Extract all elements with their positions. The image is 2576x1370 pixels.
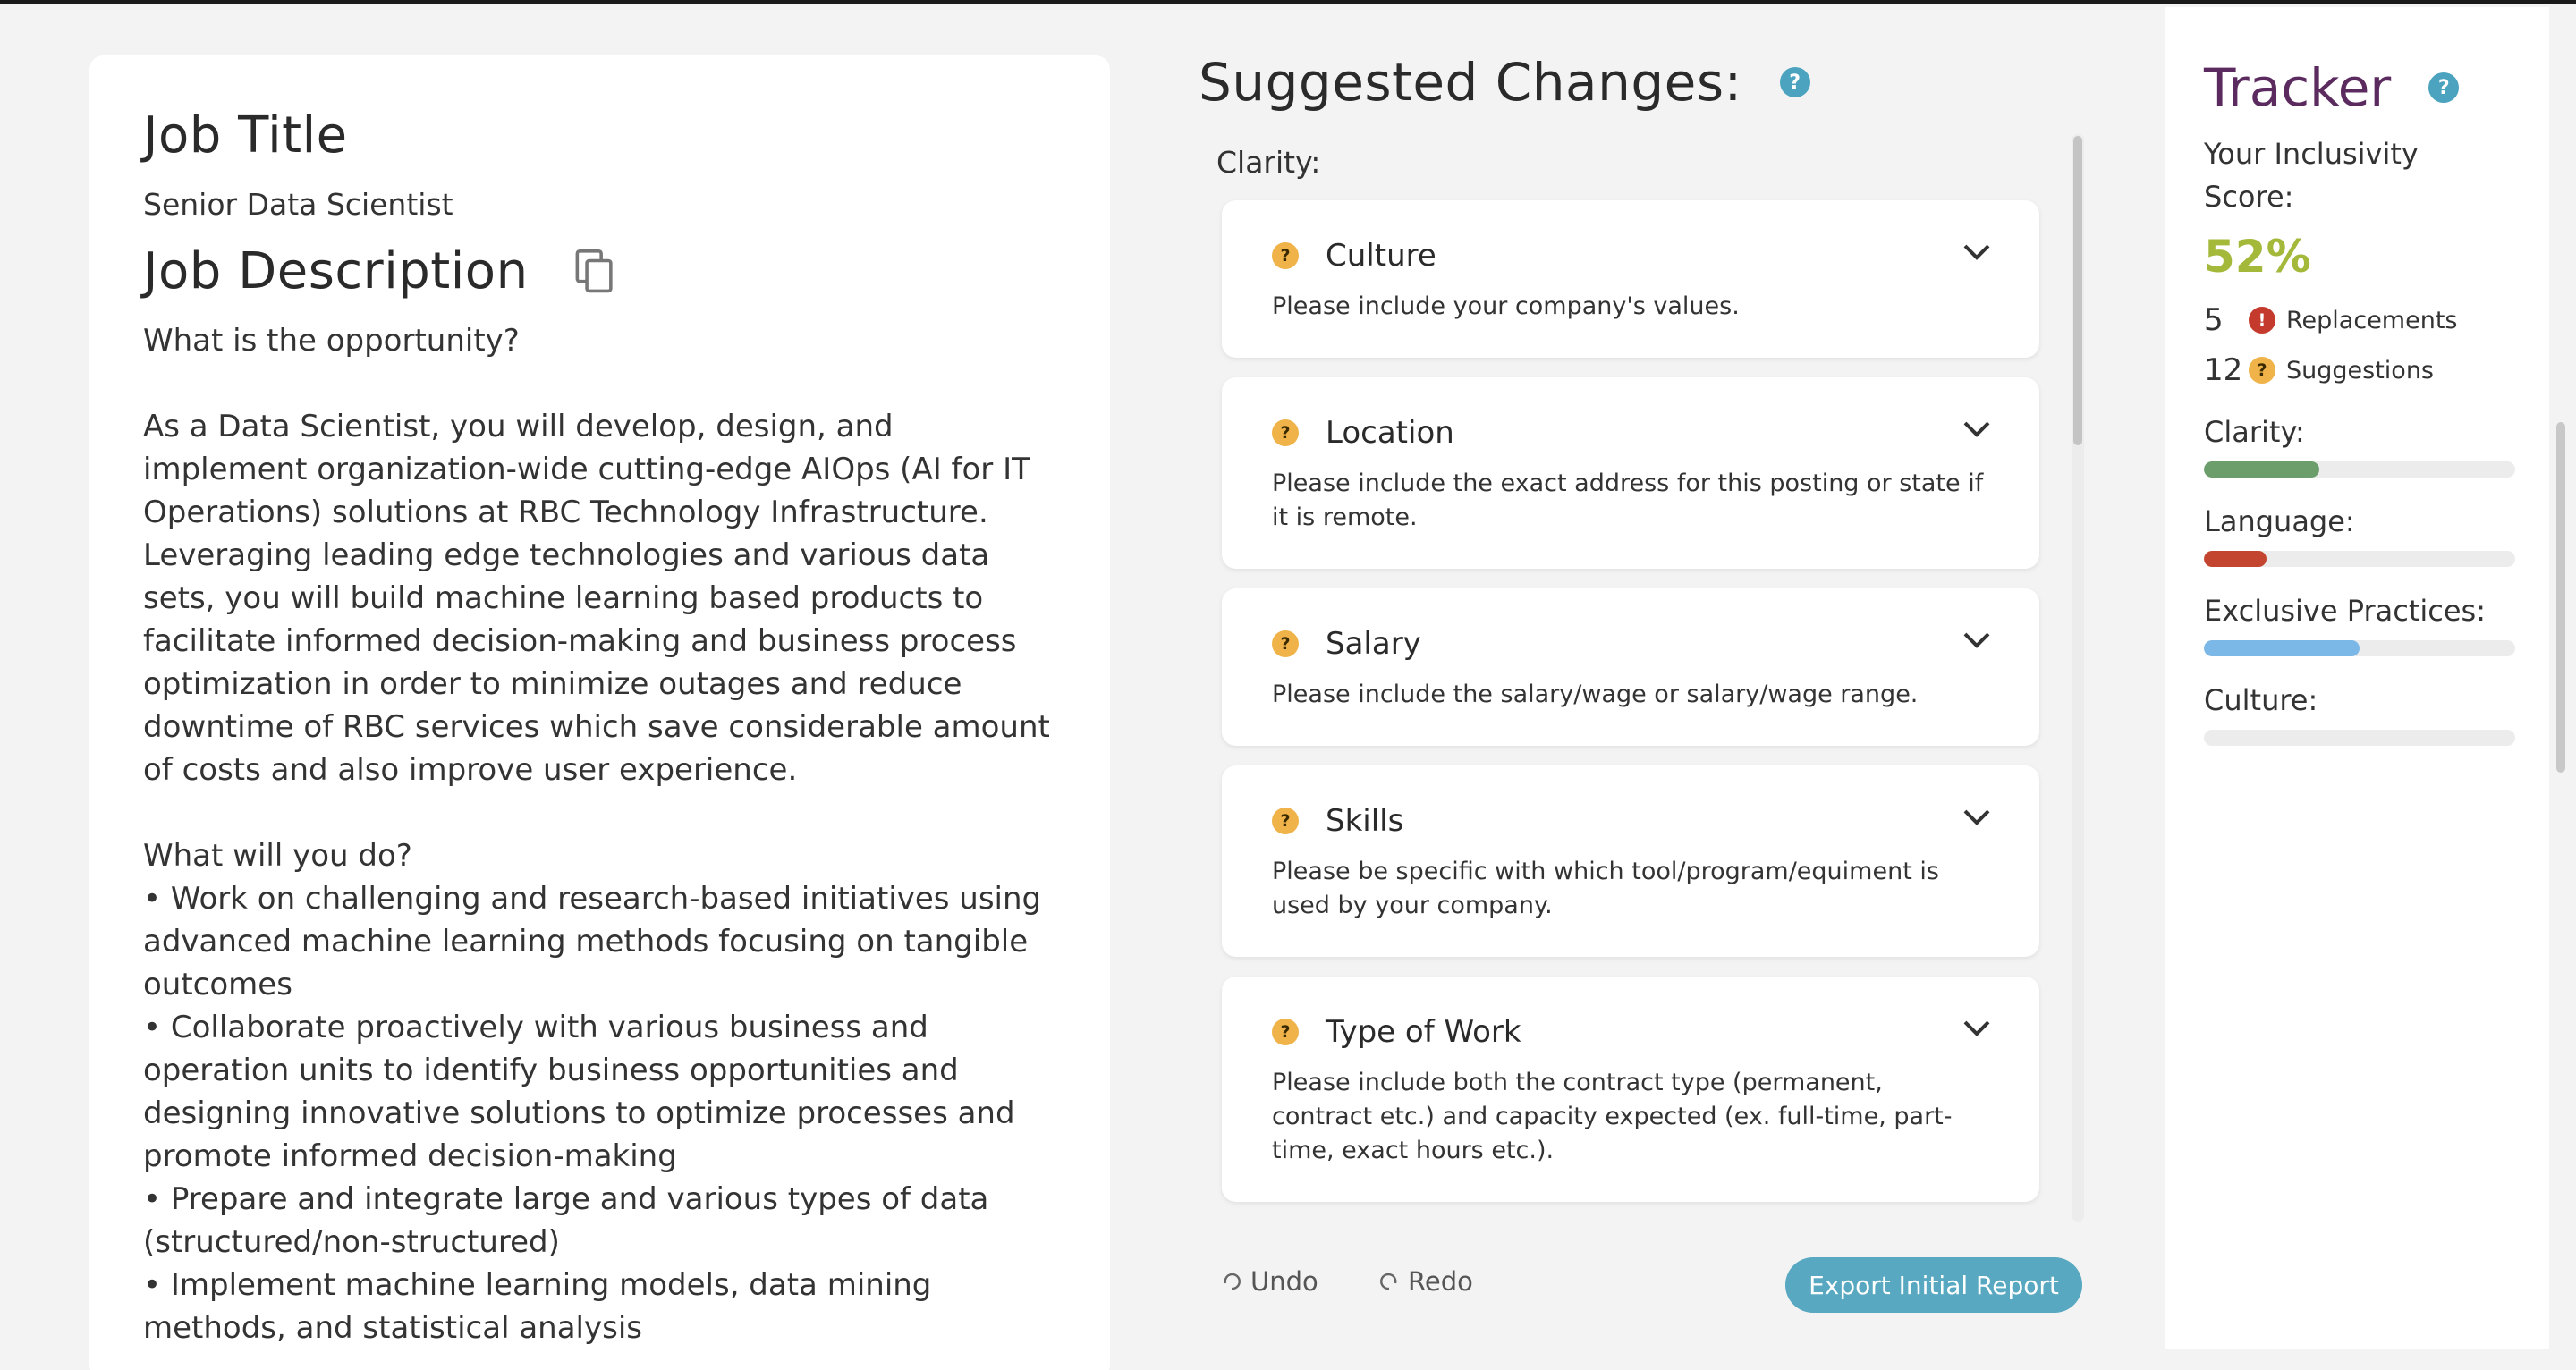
progress-bar <box>2204 730 2515 746</box>
suggestion-card-type-of-work[interactable]: ? Type of Work Please include both the c… <box>1222 977 2039 1202</box>
suggestion-title: Location <box>1326 415 1454 451</box>
chevron-down-icon[interactable] <box>1962 243 1991 261</box>
suggestion-card-salary[interactable]: ? Salary Please include the salary/wage … <box>1222 588 2039 746</box>
metric-culture: Culture: <box>2204 683 2515 746</box>
suggested-changes-title: Suggested Changes: <box>1199 52 1742 113</box>
metric-exclusive-practices: Exclusive Practices: <box>2204 594 2515 656</box>
job-description-heading: Job Description <box>143 242 529 301</box>
copy-icon[interactable] <box>575 249 614 294</box>
suggestions-scrollbar-thumb[interactable] <box>2073 136 2082 445</box>
chevron-down-icon[interactable] <box>1962 808 1991 826</box>
replacements-label: Replacements <box>2286 306 2458 334</box>
undo-button[interactable]: Undo <box>1222 1266 1318 1297</box>
metric-clarity: Clarity: <box>2204 415 2515 478</box>
suggestions-list[interactable]: Clarity: ? Culture Please include your c… <box>1199 132 2089 1222</box>
metric-label: Exclusive Practices: <box>2204 594 2486 628</box>
undo-label: Undo <box>1250 1266 1318 1297</box>
description-bullet: • Prepare and integrate large and variou… <box>143 1181 989 1261</box>
help-icon[interactable]: ? <box>2428 72 2460 103</box>
suggestion-title: Skills <box>1326 803 1404 839</box>
suggestion-card-location[interactable]: ? Location Please include the exact addr… <box>1222 377 2039 569</box>
progress-bar <box>2204 461 2515 478</box>
progress-bar-fill <box>2204 461 2319 478</box>
progress-bar-fill <box>2204 640 2360 656</box>
suggestion-badge-icon: ? <box>1272 808 1299 834</box>
job-description-header: Job Description <box>143 241 1056 301</box>
job-description-body[interactable]: What is the opportunity? As a Data Scien… <box>143 319 1056 1349</box>
suggestion-badge-icon: ? <box>1272 1019 1299 1045</box>
metric-language: Language: <box>2204 504 2515 567</box>
inclusivity-score-label: Your Inclusivity Score: <box>2204 137 2419 214</box>
metric-label: Culture: <box>2204 683 2318 717</box>
job-title-value[interactable]: Senior Data Scientist <box>143 187 1056 222</box>
suggestions-label: Suggestions <box>2286 356 2434 385</box>
tracker-title: Tracker <box>2204 57 2392 118</box>
tracker-panel: Tracker ? Your Inclusivity Score: 52% 5 … <box>2165 7 2549 1349</box>
chevron-down-icon[interactable] <box>1962 420 1991 438</box>
redo-label: Redo <box>1408 1266 1473 1297</box>
description-bullet: • Work on challenging and research-based… <box>143 881 1042 1003</box>
job-posting-card: Job Title Senior Data Scientist Job Desc… <box>89 55 1110 1370</box>
replacements-count: 5 <box>2204 302 2224 338</box>
export-initial-report-button[interactable]: Export Initial Report <box>1785 1257 2082 1313</box>
suggestion-text: Please include the exact address for thi… <box>1272 469 1984 531</box>
suggestion-text: Please include your company's values. <box>1272 292 1740 320</box>
suggestion-text: Please be specific with which tool/progr… <box>1272 858 1939 919</box>
chevron-down-icon[interactable] <box>1962 1019 1991 1037</box>
job-title-heading: Job Title <box>143 106 348 165</box>
description-bullet: • Implement machine learning models, dat… <box>143 1267 932 1347</box>
suggestions-count: 12 <box>2204 352 2243 388</box>
chevron-down-icon[interactable] <box>1962 631 1991 649</box>
inclusivity-score-value: 52% <box>2204 231 2311 283</box>
suggestion-badge-icon: ? <box>2249 357 2275 384</box>
replacement-alert-icon: ! <box>2249 307 2275 334</box>
description-paragraph: As a Data Scientist, you will develop, d… <box>143 409 1050 789</box>
redo-button[interactable]: Redo <box>1379 1266 1473 1297</box>
suggestion-card-skills[interactable]: ? Skills Please be specific with which t… <box>1222 765 2039 957</box>
progress-bar <box>2204 640 2515 656</box>
suggestion-title: Type of Work <box>1326 1014 1521 1050</box>
suggestion-text: Please include the salary/wage or salary… <box>1272 681 1919 708</box>
section-label-clarity: Clarity: <box>1216 145 1321 180</box>
page-scrollbar-thumb[interactable] <box>2556 422 2565 773</box>
progress-bar-fill <box>2204 551 2267 567</box>
suggestion-badge-icon: ? <box>1272 242 1299 269</box>
redo-icon <box>1380 1273 1397 1290</box>
suggestion-title: Salary <box>1326 626 1421 662</box>
replacements-count-row: 5 ! Replacements <box>2204 302 2513 338</box>
suggested-changes-header: Suggested Changes: ? <box>1199 52 1810 113</box>
suggestion-badge-icon: ? <box>1272 630 1299 657</box>
suggestions-count-row: 12 ? Suggestions <box>2204 352 2513 388</box>
metric-label: Language: <box>2204 504 2355 538</box>
suggestion-badge-icon: ? <box>1272 419 1299 446</box>
progress-bar <box>2204 551 2515 567</box>
window-top-border <box>0 0 2576 4</box>
description-bullet: • Collaborate proactively with various b… <box>143 1010 1015 1175</box>
suggestion-text: Please include both the contract type (p… <box>1272 1069 1953 1164</box>
description-question-duties: What will you do? <box>143 838 412 875</box>
help-icon[interactable]: ? <box>1779 67 1810 97</box>
suggestion-card-culture[interactable]: ? Culture Please include your company's … <box>1222 200 2039 358</box>
undo-icon <box>1224 1273 1241 1290</box>
suggestion-title: Culture <box>1326 238 1436 274</box>
metric-label: Clarity: <box>2204 415 2305 449</box>
description-question-opportunity: What is the opportunity? <box>143 323 520 359</box>
